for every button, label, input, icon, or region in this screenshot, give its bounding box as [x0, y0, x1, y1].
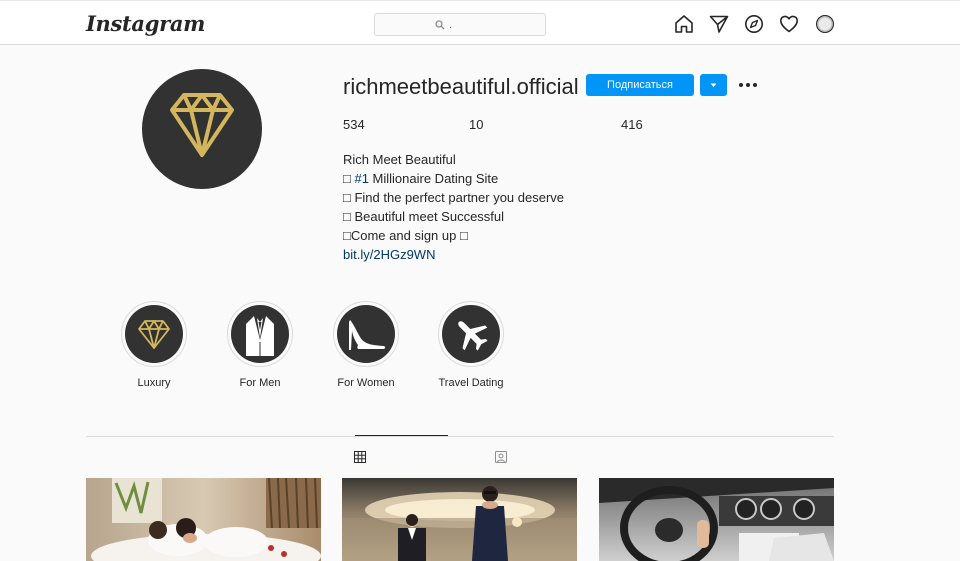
profile-avatar-large[interactable]	[142, 69, 262, 189]
bio-name: Rich Meet Beautiful	[343, 152, 456, 167]
following-count[interactable]: 416	[621, 117, 643, 132]
highlight-cover	[231, 305, 289, 363]
highlight-label: For Men	[239, 377, 281, 389]
post-thumbnail-2[interactable]	[342, 478, 577, 561]
highlight-ring	[438, 301, 504, 367]
posts-count: 534	[343, 117, 365, 132]
high-heel-icon	[349, 320, 386, 350]
search-icon	[435, 20, 445, 30]
suggested-dropdown-button[interactable]	[700, 74, 727, 96]
diamond-icon	[170, 93, 234, 157]
airplane-icon	[458, 321, 488, 351]
highlight-for-men[interactable]: For Men	[215, 301, 305, 389]
bio-line-1: □ #1 Millionaire Dating Site	[343, 169, 643, 188]
home-icon[interactable]	[674, 14, 694, 34]
highlight-travel-dating[interactable]: Travel Dating	[426, 301, 516, 389]
highlight-cover	[125, 305, 183, 363]
top-navigation-bar: Instagram	[0, 0, 960, 45]
post-image-bath	[86, 478, 321, 561]
suit-icon	[246, 316, 274, 356]
diamond-icon	[138, 320, 170, 349]
instagram-logo[interactable]: Instagram	[86, 11, 205, 36]
highlight-luxury[interactable]: Luxury	[109, 301, 199, 389]
highlight-ring	[227, 301, 293, 367]
tabs-divider	[86, 436, 834, 437]
highlight-for-women[interactable]: For Women	[321, 301, 411, 389]
activity-icon[interactable]	[779, 14, 799, 34]
direct-icon[interactable]	[709, 14, 729, 34]
post-image-car-interior	[599, 478, 834, 561]
tab-active-indicator	[355, 435, 448, 436]
bio-line-1-prefix: □	[343, 171, 355, 186]
post-image-couple	[342, 478, 577, 561]
tagged-icon[interactable]	[495, 451, 507, 463]
bio-external-link[interactable]: bit.ly/2HGz9WN	[343, 245, 643, 264]
profile-avatar[interactable]	[815, 14, 835, 34]
post-thumbnail-3[interactable]	[599, 478, 834, 561]
highlight-label: For Women	[337, 377, 395, 389]
highlight-ring	[333, 301, 399, 367]
post-thumbnail-1[interactable]	[86, 478, 321, 561]
profile-bio: Rich Meet Beautiful □ #1 Millionaire Dat…	[343, 150, 643, 264]
chevron-down-icon	[710, 83, 717, 87]
explore-icon[interactable]	[744, 14, 764, 34]
highlight-cover	[337, 305, 395, 363]
bio-line-2: □ Find the perfect partner you deserve	[343, 190, 565, 205]
followers-count[interactable]: 10	[469, 117, 483, 132]
profile-username: richmeetbeautiful.official	[343, 74, 579, 99]
highlight-label: Travel Dating	[438, 377, 504, 389]
search-box[interactable]	[374, 13, 546, 36]
grid-icon[interactable]	[354, 451, 366, 463]
bio-line-1-text: Millionaire Dating Site	[368, 171, 499, 186]
highlight-label: Luxury	[137, 377, 171, 389]
highlight-cover	[442, 305, 500, 363]
bio-line-4: □Come and sign up □	[343, 228, 468, 243]
search-input[interactable]	[449, 17, 539, 32]
follow-button[interactable]: Подписаться	[586, 74, 694, 96]
highlight-ring	[121, 301, 187, 367]
bio-line-3: □ Beautiful meet Successful	[343, 209, 505, 224]
more-options-icon[interactable]	[738, 76, 758, 94]
hashtag-link[interactable]: #1	[354, 171, 368, 186]
